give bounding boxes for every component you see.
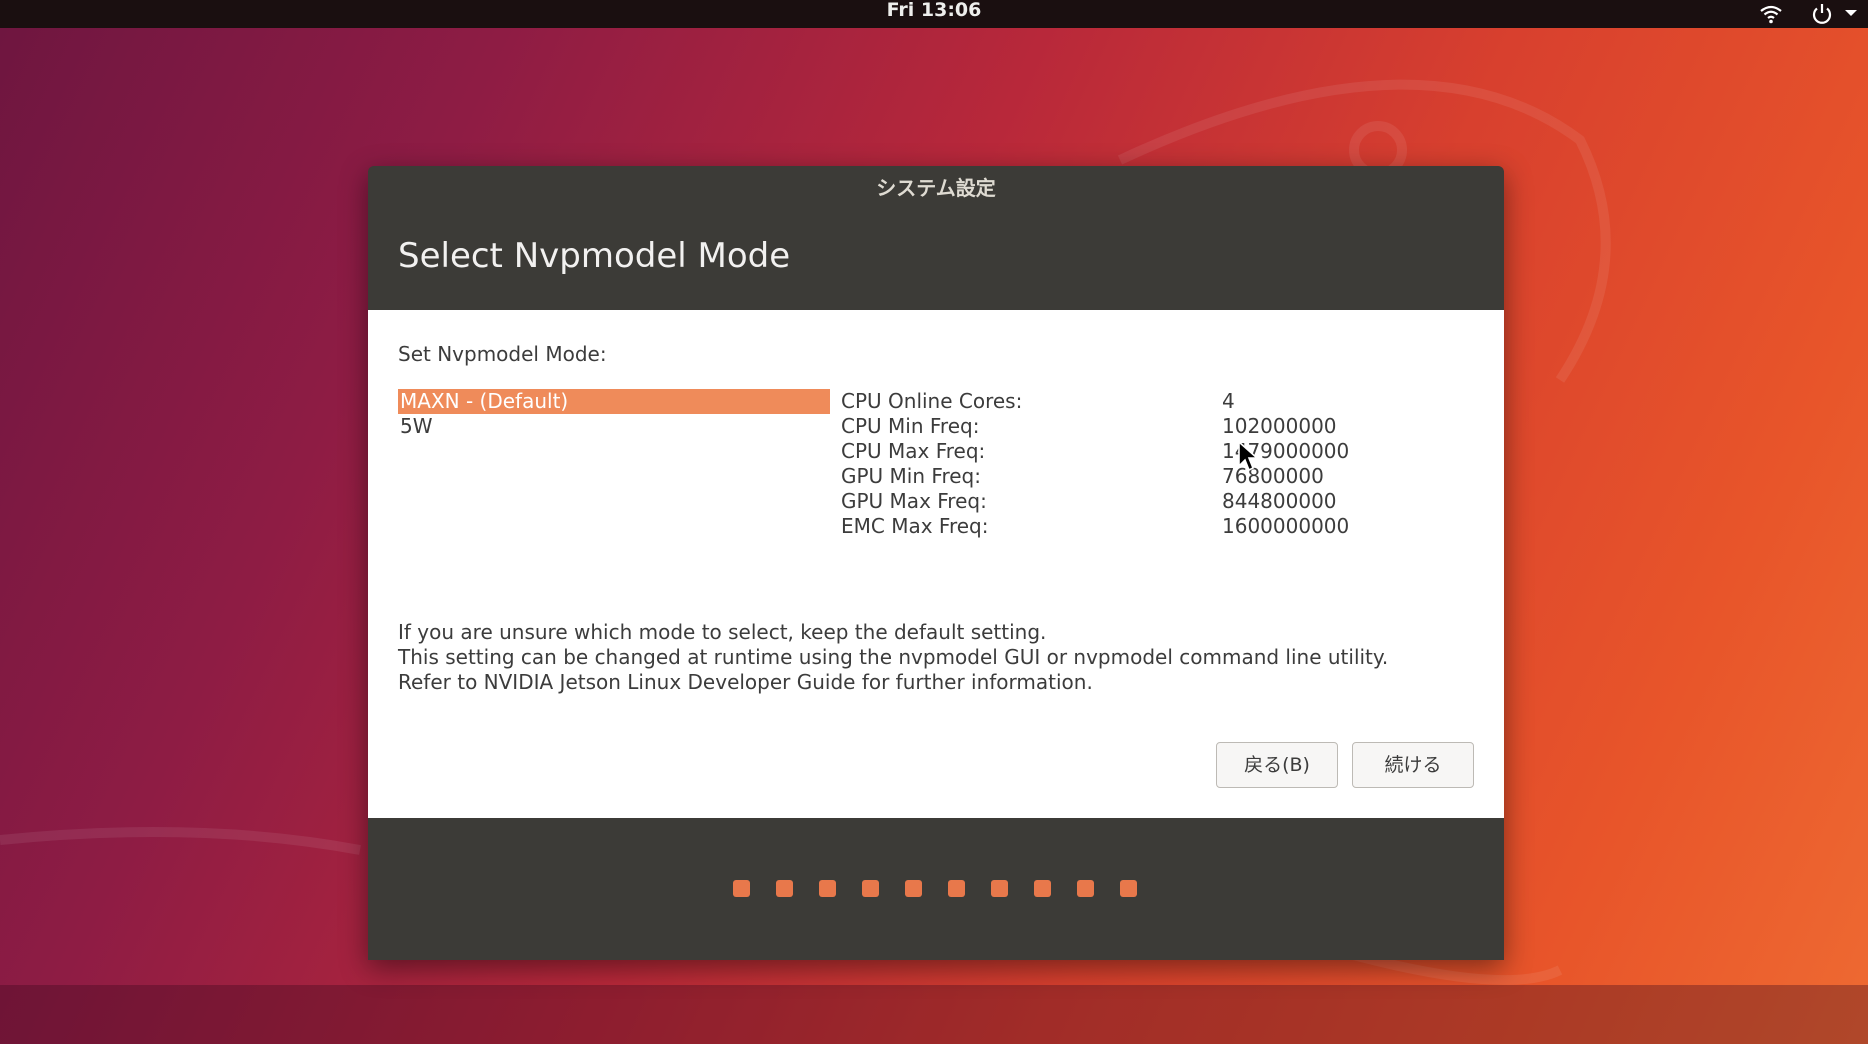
spec-label: EMC Max Freq: bbox=[841, 514, 989, 538]
spec-row: CPU Max Freq: 1479000000 bbox=[841, 439, 1461, 464]
progress-dot bbox=[1034, 880, 1051, 897]
dialog-content: Set Nvpmodel Mode: MAXN - (Default) 5W C… bbox=[368, 310, 1504, 818]
info-line: Refer to NVIDIA Jetson Linux Developer G… bbox=[398, 670, 1093, 694]
system-settings-dialog: システム設定 Select Nvpmodel Mode Set Nvpmodel… bbox=[368, 166, 1504, 960]
power-icon[interactable] bbox=[1810, 2, 1858, 26]
progress-dot bbox=[1120, 880, 1137, 897]
spec-value: 4 bbox=[1222, 389, 1235, 413]
spec-label: GPU Min Freq: bbox=[841, 464, 981, 488]
set-mode-label: Set Nvpmodel Mode: bbox=[398, 342, 607, 366]
progress-dot bbox=[948, 880, 965, 897]
top-bar: Fri 13:06 bbox=[0, 0, 1868, 28]
spec-row: CPU Online Cores: 4 bbox=[841, 389, 1461, 414]
back-button[interactable]: 戻る(B) bbox=[1216, 742, 1338, 788]
spec-row: GPU Max Freq: 844800000 bbox=[841, 489, 1461, 514]
info-line: If you are unsure which mode to select, … bbox=[398, 620, 1047, 644]
mode-item-maxn[interactable]: MAXN - (Default) bbox=[398, 389, 830, 414]
continue-button[interactable]: 続ける bbox=[1352, 742, 1474, 788]
window-title: システム設定 bbox=[876, 176, 996, 200]
info-line: This setting can be changed at runtime u… bbox=[398, 645, 1389, 669]
page-title: Select Nvpmodel Mode bbox=[398, 236, 791, 276]
system-tray[interactable] bbox=[1760, 0, 1858, 28]
spec-label: CPU Min Freq: bbox=[841, 414, 980, 438]
progress-dot bbox=[991, 880, 1008, 897]
spec-label: CPU Max Freq: bbox=[841, 439, 986, 463]
progress-dot bbox=[776, 880, 793, 897]
progress-dot bbox=[905, 880, 922, 897]
spec-label: GPU Max Freq: bbox=[841, 489, 987, 513]
wifi-icon[interactable] bbox=[1760, 4, 1782, 24]
spec-label: CPU Online Cores: bbox=[841, 389, 1023, 413]
mode-item-5w[interactable]: 5W bbox=[398, 414, 830, 439]
spec-value: 844800000 bbox=[1222, 489, 1337, 513]
info-text: If you are unsure which mode to select, … bbox=[398, 620, 1388, 695]
progress-dots bbox=[733, 880, 1137, 897]
spec-row: GPU Min Freq: 76800000 bbox=[841, 464, 1461, 489]
spec-value: 102000000 bbox=[1222, 414, 1337, 438]
progress-dot bbox=[733, 880, 750, 897]
chevron-down-icon[interactable] bbox=[1844, 8, 1858, 18]
mode-list[interactable]: MAXN - (Default) 5W bbox=[398, 389, 830, 439]
spec-value: 1600000000 bbox=[1222, 514, 1350, 538]
spec-row: CPU Min Freq: 102000000 bbox=[841, 414, 1461, 439]
spec-row: EMC Max Freq: 1600000000 bbox=[841, 514, 1461, 539]
progress-dot bbox=[862, 880, 879, 897]
clock[interactable]: Fri 13:06 bbox=[0, 0, 1868, 28]
mouse-pointer-icon bbox=[1238, 440, 1259, 472]
progress-dot bbox=[1077, 880, 1094, 897]
mode-specs: CPU Online Cores: 4 CPU Min Freq: 102000… bbox=[841, 389, 1461, 539]
progress-dot bbox=[819, 880, 836, 897]
